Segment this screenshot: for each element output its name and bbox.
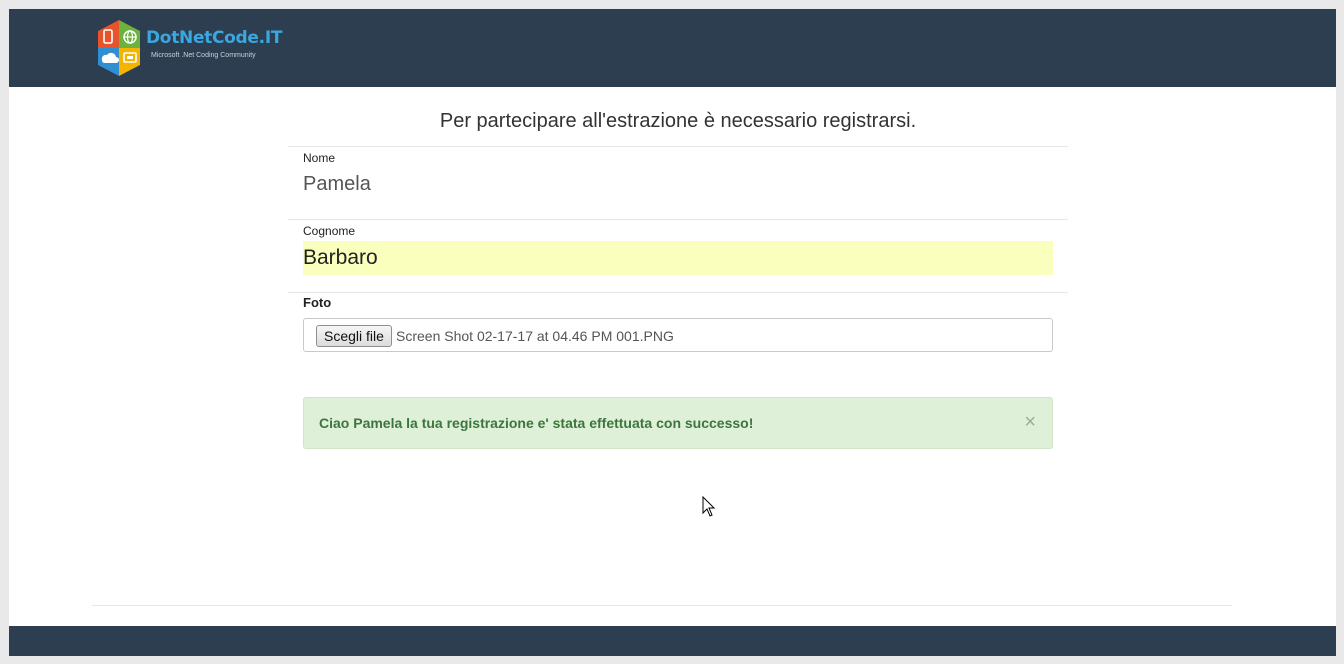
brand-name: DotNetCode.IT — [146, 28, 283, 48]
foto-label: Foto — [303, 295, 332, 310]
footer-bar — [9, 626, 1336, 656]
footer-divider — [92, 605, 1232, 606]
foto-file-input[interactable]: Scegli file Screen Shot 02-17-17 at 04.4… — [303, 318, 1053, 352]
choose-file-button[interactable]: Scegli file — [316, 325, 392, 347]
page-heading: Per partecipare all'estrazione è necessa… — [439, 110, 917, 132]
cognome-field[interactable]: Barbaro — [303, 241, 1053, 275]
brand-tagline: Microsoft .Net Coding Community — [151, 52, 256, 59]
browser-window: DotNetCode.IT Microsoft .Net Coding Comm… — [9, 9, 1336, 656]
selected-file-name: Screen Shot 02-17-17 at 04.46 PM 001.PNG — [396, 328, 674, 344]
nome-field[interactable]: Pamela — [303, 173, 371, 196]
divider — [288, 146, 1068, 147]
close-icon[interactable]: × — [1024, 411, 1036, 433]
alert-message: Ciao Pamela la tua registrazione e' stat… — [319, 415, 754, 431]
success-alert: Ciao Pamela la tua registrazione e' stat… — [303, 397, 1053, 449]
divider — [288, 219, 1068, 220]
nome-label: Nome — [303, 151, 336, 165]
top-navbar: DotNetCode.IT Microsoft .Net Coding Comm… — [9, 9, 1336, 87]
logo-mark-icon — [98, 20, 140, 76]
cognome-label: Cognome — [303, 224, 356, 238]
divider — [288, 292, 1068, 293]
mouse-cursor-icon — [702, 496, 716, 517]
brand-logo[interactable]: DotNetCode.IT Microsoft .Net Coding Comm… — [94, 20, 282, 76]
